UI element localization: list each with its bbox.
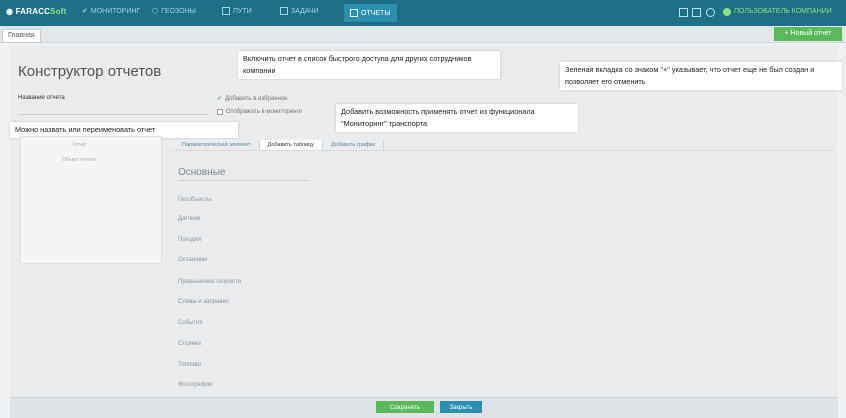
nav-geozones[interactable]: ⬡ ГЕОЗОНЫ (152, 7, 196, 16)
constructor-tabs: Параметрический элемент Добавить таблицу… (174, 140, 384, 150)
tab-parametric-element[interactable]: Параметрический элемент (174, 140, 260, 150)
user-name[interactable]: ПОЛЬЗОВАТЕЛЬ КОМПАНИИ (734, 8, 832, 15)
geozone-icon: ⬡ (152, 8, 159, 15)
divider (170, 150, 834, 151)
page-title: Конструктор отчетов (18, 63, 162, 80)
callout-new-tab: Зеленая вкладка со знаком "+" указывает,… (560, 62, 842, 90)
check-icon: ✔ (82, 8, 88, 15)
reports-icon (350, 9, 358, 17)
settings-icon[interactable] (706, 8, 715, 17)
structure-item: Объект отчета (62, 157, 96, 163)
callout-monitoring: Добавить возможность применять отчет из … (336, 104, 578, 132)
section-title: Основные (178, 167, 226, 178)
window-icon[interactable] (692, 8, 701, 17)
nav-tasks[interactable]: ЗАДАЧИ (280, 7, 319, 15)
report-name-input[interactable] (18, 104, 208, 115)
checkmark-icon: ✔ (217, 96, 223, 102)
report-structure-card (20, 136, 162, 264)
user-status-icon (723, 8, 731, 16)
brand-suffix: Soft (50, 7, 67, 16)
tab-add-table[interactable]: Добавить таблицу (259, 140, 323, 150)
list-item[interactable]: Датчики (178, 216, 200, 222)
save-button[interactable]: Сохранить (376, 401, 434, 413)
nav-routes[interactable]: ПУТИ (222, 7, 252, 15)
list-item[interactable]: Остановки (178, 257, 208, 263)
brand-name: FARACC (15, 7, 51, 16)
structure-item: Отчет (73, 142, 87, 148)
logo-mark-icon: ◉ (6, 7, 14, 16)
checkbox-box-icon (217, 109, 223, 115)
list-item[interactable]: Превышения скорости (178, 279, 241, 285)
routes-icon (222, 7, 230, 15)
nav-monitoring[interactable]: ✔ МОНИТОРИНГ (82, 7, 140, 16)
tab-add-chart[interactable]: Добавить график (323, 140, 384, 150)
list-item[interactable]: События (178, 320, 203, 326)
section-divider (178, 180, 308, 181)
callout-favorites: Включить отчет в список быстрого доступа… (238, 51, 500, 79)
monitoring-checkbox[interactable]: Отображать в мониторинге (217, 109, 302, 115)
tasks-icon (280, 7, 288, 15)
list-item[interactable]: Топливо (178, 362, 201, 368)
list-item[interactable]: Стоянки (178, 341, 201, 347)
tab-bar (0, 26, 846, 43)
list-item[interactable]: Фотографии (178, 382, 212, 388)
app-logo[interactable]: ◉ FARACCSoft (6, 7, 67, 16)
list-item[interactable]: Сливы и заправки (178, 299, 229, 305)
close-button[interactable]: Закрыть (440, 401, 482, 413)
nav-reports[interactable]: ОТЧЕТЫ (344, 4, 397, 22)
report-name-label: Название отчета (18, 95, 65, 101)
tab-new-report[interactable]: + Новый отчет (774, 27, 842, 41)
list-item[interactable]: Поездки (178, 237, 201, 243)
grid-icon[interactable] (679, 8, 688, 17)
tab-main[interactable]: Главная (2, 29, 41, 43)
favorites-checkbox[interactable]: ✔ Добавить в избранное (217, 95, 288, 103)
list-item[interactable]: Геообъекты (178, 197, 211, 203)
